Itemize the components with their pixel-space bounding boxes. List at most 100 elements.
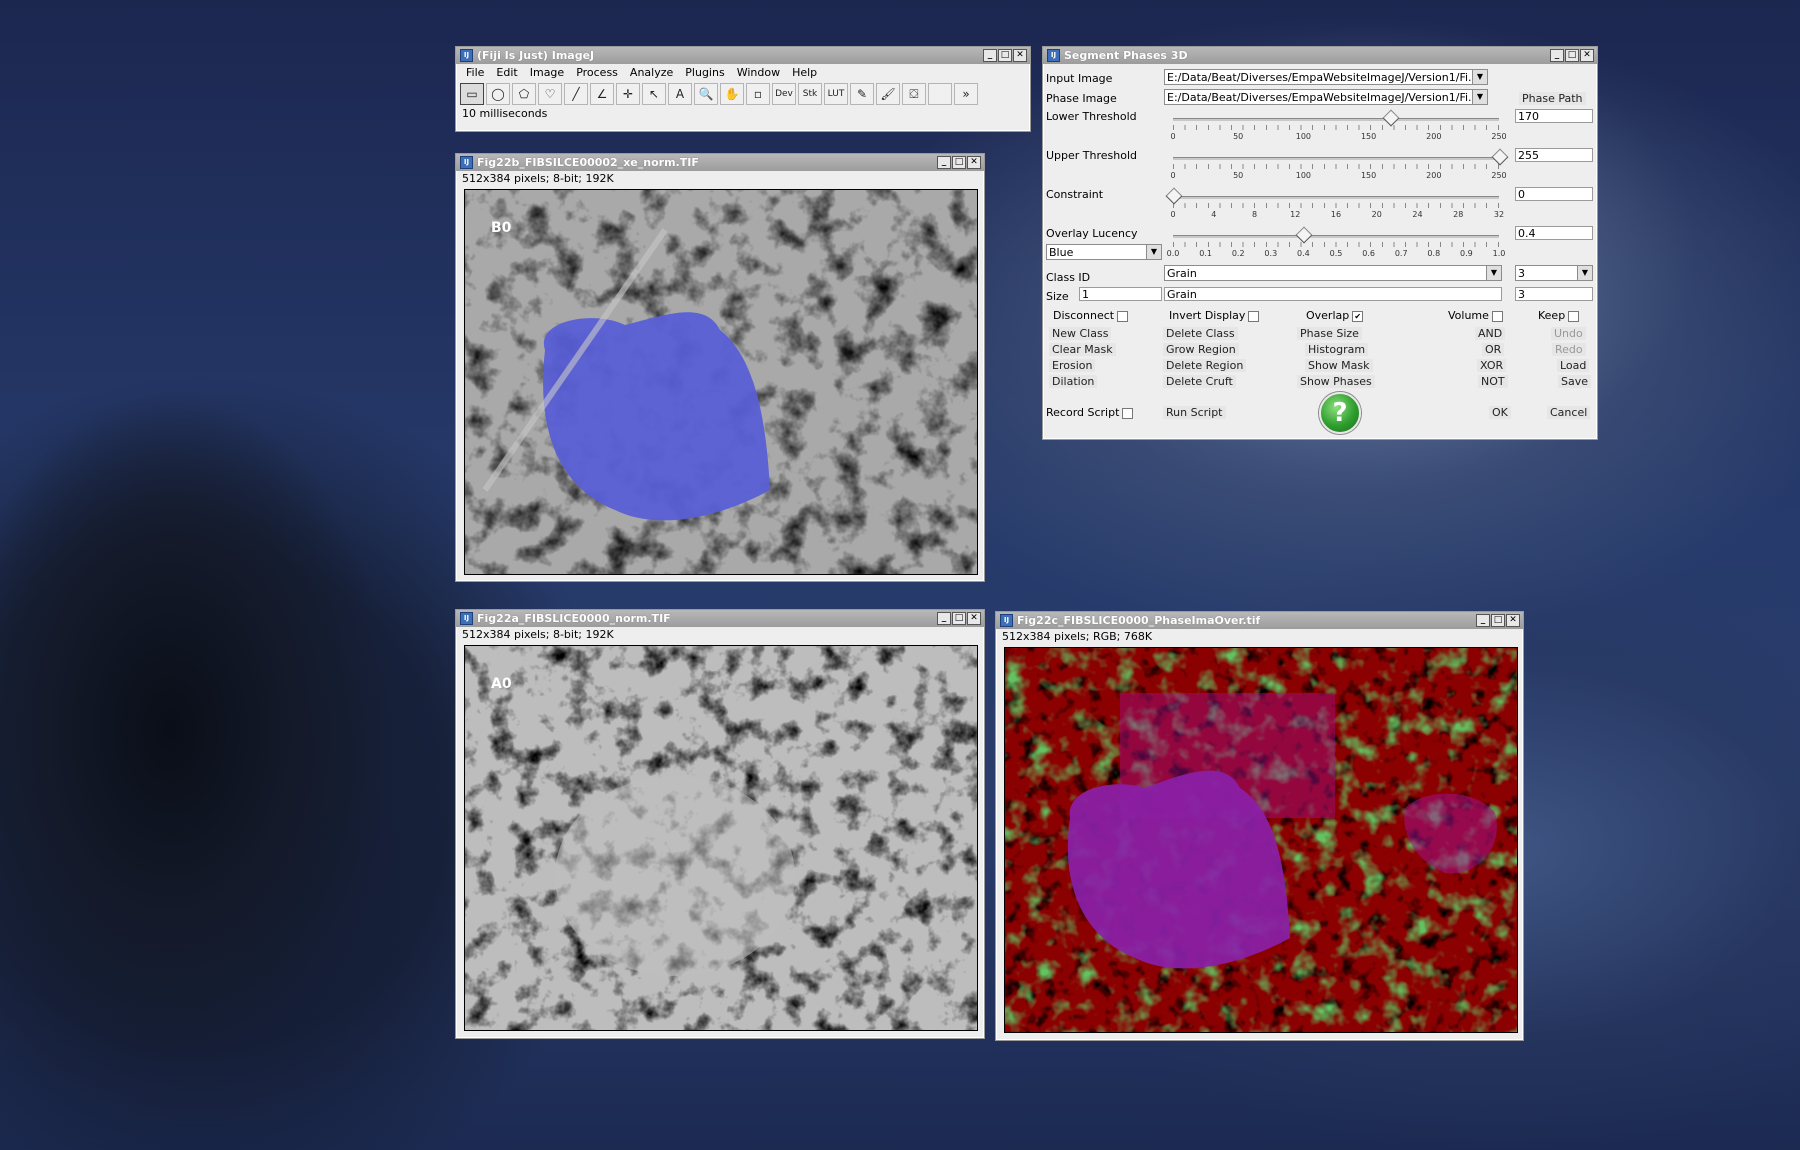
checkbox-icon[interactable] [1491, 310, 1503, 322]
image-window-c-titlebar[interactable]: IJ Fig22c_FIBSLICE0000_PhaseImaOver.tif … [996, 612, 1523, 629]
maximize-icon[interactable]: □ [952, 156, 966, 169]
phase-size-button[interactable]: Phase Size [1297, 327, 1362, 340]
menu-help[interactable]: Help [786, 66, 823, 79]
magnifier-tool-icon[interactable]: 🔍 [694, 83, 718, 105]
lut-tool-icon[interactable]: LUT [824, 83, 848, 105]
class-name-field[interactable]: Grain [1164, 287, 1502, 301]
image-canvas-b[interactable]: B0 [464, 189, 978, 575]
wand-tool-icon[interactable]: ↖ [642, 83, 666, 105]
line-tool-icon[interactable]: ╱ [564, 83, 588, 105]
erosion-button[interactable]: Erosion [1049, 359, 1096, 372]
rectangle-tool-icon[interactable]: ▭ [460, 83, 484, 105]
menu-window[interactable]: Window [731, 66, 786, 79]
phase-image-combo[interactable]: E:/Data/Beat/Diverses/EmpaWebsiteImageJ/… [1164, 89, 1488, 105]
constraint-slider-thumb[interactable] [1165, 187, 1183, 205]
constraint-field[interactable]: 0 [1515, 187, 1593, 201]
show-phases-button[interactable]: Show Phases [1297, 375, 1375, 388]
chevron-down-icon[interactable]: ▼ [1577, 266, 1592, 280]
delete-class-button[interactable]: Delete Class [1163, 327, 1238, 340]
angle-tool-icon[interactable]: ∠ [590, 83, 614, 105]
lower-threshold-field[interactable]: 170 [1515, 109, 1593, 123]
disconnect-checkbox[interactable]: Disconnect [1053, 309, 1129, 322]
delete-region-button[interactable]: Delete Region [1163, 359, 1247, 372]
checkmark-icon[interactable]: ✔ [1352, 310, 1364, 322]
freehand-tool-icon[interactable]: ♡ [538, 83, 562, 105]
menu-analyze[interactable]: Analyze [624, 66, 679, 79]
not-button[interactable]: NOT [1478, 375, 1508, 388]
dilation-button[interactable]: Dilation [1049, 375, 1098, 388]
stk-tool-icon[interactable]: Stk [798, 83, 822, 105]
minimize-icon[interactable]: _ [937, 612, 951, 625]
image-window-a-titlebar[interactable]: IJ Fig22a_FIBSLICE0000_norm.TIF _ □ ✕ [456, 610, 984, 627]
more-tools-icon[interactable]: » [954, 83, 978, 105]
overlay-lucency-slider-track[interactable] [1173, 235, 1499, 238]
blank-tool-icon[interactable] [928, 83, 952, 105]
dev-tool-icon[interactable]: Dev [772, 83, 796, 105]
menu-image[interactable]: Image [524, 66, 570, 79]
show-mask-button[interactable]: Show Mask [1305, 359, 1373, 372]
constraint-slider-track[interactable] [1173, 196, 1499, 199]
menu-edit[interactable]: Edit [490, 66, 523, 79]
help-button[interactable]: ? [1319, 392, 1361, 434]
overlap-checkbox[interactable]: Overlap ✔ [1306, 309, 1364, 322]
point-tool-icon[interactable]: ✛ [616, 83, 640, 105]
lower-threshold-slider-track[interactable] [1173, 118, 1499, 121]
volume-checkbox[interactable]: Volume [1448, 309, 1503, 322]
segment-dialog-titlebar[interactable]: IJ Segment Phases 3D _ □ ✕ [1043, 47, 1597, 64]
brush-tool-icon[interactable]: 🖌 [876, 83, 900, 105]
flood-fill-tool-icon[interactable]: ⛋ [902, 83, 926, 105]
upper-threshold-slider-thumb[interactable] [1491, 148, 1509, 166]
ok-button[interactable]: OK [1489, 406, 1511, 419]
dropper-tool-icon[interactable]: ▫ [746, 83, 770, 105]
input-image-combo[interactable]: E:/Data/Beat/Diverses/EmpaWebsiteImageJ/… [1164, 69, 1488, 85]
checkbox-icon[interactable] [1568, 310, 1580, 322]
menu-file[interactable]: File [460, 66, 490, 79]
image-canvas-a[interactable]: A0 [464, 645, 978, 1031]
checkbox-icon[interactable] [1122, 407, 1134, 419]
maximize-icon[interactable]: □ [998, 49, 1012, 62]
new-class-button[interactable]: New Class [1049, 327, 1112, 340]
chevron-down-icon[interactable]: ▼ [1486, 266, 1501, 280]
and-button[interactable]: AND [1475, 327, 1506, 340]
invert-display-checkbox[interactable]: Invert Display [1169, 309, 1260, 322]
undo-button[interactable]: Undo [1551, 327, 1586, 340]
minimize-icon[interactable]: _ [1550, 49, 1564, 62]
delete-cruft-button[interactable]: Delete Cruft [1163, 375, 1236, 388]
redo-button[interactable]: Redo [1552, 343, 1586, 356]
record-script-checkbox[interactable]: Record Script [1046, 406, 1134, 419]
imagej-titlebar[interactable]: IJ (Fiji Is Just) ImageJ _ □ ✕ [456, 47, 1030, 64]
or-button[interactable]: OR [1482, 343, 1505, 356]
histogram-button[interactable]: Histogram [1305, 343, 1369, 356]
lower-threshold-slider[interactable]: 0 50 100 150 200 250 [1170, 109, 1507, 141]
hand-tool-icon[interactable]: ✋ [720, 83, 744, 105]
chevron-down-icon[interactable]: ▼ [1472, 70, 1487, 84]
upper-threshold-slider-track[interactable] [1173, 157, 1499, 160]
image-window-b-titlebar[interactable]: IJ Fig22b_FIBSILCE00002_xe_norm.TIF _ □ … [456, 154, 984, 171]
grow-region-button[interactable]: Grow Region [1163, 343, 1239, 356]
maximize-icon[interactable]: □ [1491, 614, 1505, 627]
pencil-tool-icon[interactable]: ✎ [850, 83, 874, 105]
keep-checkbox[interactable]: Keep [1538, 309, 1580, 322]
checkbox-icon[interactable] [1117, 310, 1129, 322]
chevron-down-icon[interactable]: ▼ [1472, 90, 1487, 104]
overlay-lucency-slider-thumb[interactable] [1295, 226, 1313, 244]
close-icon[interactable]: ✕ [967, 156, 981, 169]
upper-threshold-field[interactable]: 255 [1515, 148, 1593, 162]
overlay-color-combo[interactable]: Blue ▼ [1046, 244, 1162, 260]
menu-process[interactable]: Process [570, 66, 624, 79]
size-field[interactable]: 1 [1079, 287, 1162, 301]
upper-threshold-slider[interactable]: 0 50 100 150 200 250 [1170, 148, 1509, 180]
minimize-icon[interactable]: _ [937, 156, 951, 169]
lower-threshold-slider-thumb[interactable] [1382, 109, 1400, 127]
checkbox-icon[interactable] [1248, 310, 1260, 322]
load-button[interactable]: Load [1557, 359, 1590, 372]
cancel-button[interactable]: Cancel [1547, 406, 1591, 419]
clear-mask-button[interactable]: Clear Mask [1049, 343, 1116, 356]
save-button[interactable]: Save [1558, 375, 1592, 388]
chevron-down-icon[interactable]: ▼ [1146, 245, 1161, 259]
phase-path-button[interactable]: Phase Path [1519, 92, 1586, 105]
maximize-icon[interactable]: □ [952, 612, 966, 625]
maximize-icon[interactable]: □ [1565, 49, 1579, 62]
minimize-icon[interactable]: _ [983, 49, 997, 62]
close-icon[interactable]: ✕ [1013, 49, 1027, 62]
